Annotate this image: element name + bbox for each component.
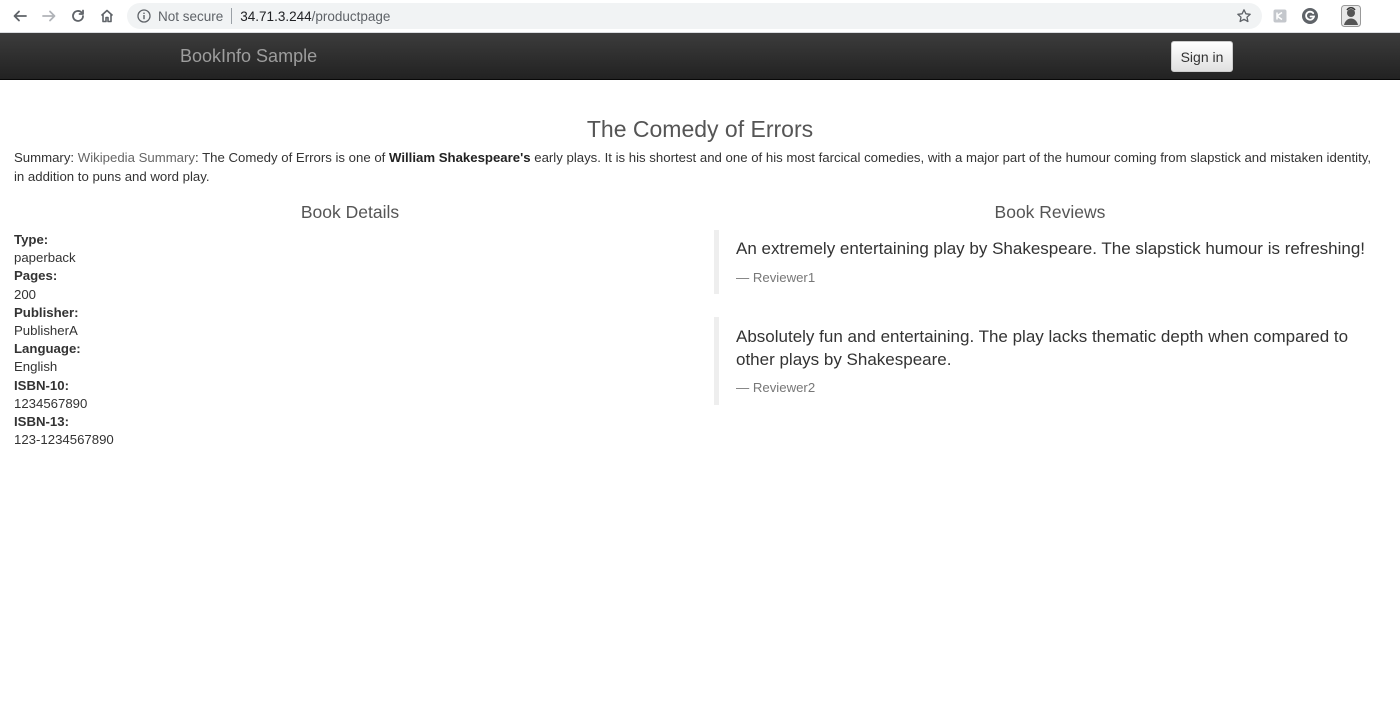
wikipedia-summary-link[interactable]: Wikipedia Summary [78, 150, 195, 165]
detail-label-type: Type: [14, 232, 49, 247]
url-host: 34.71.3.244 [240, 8, 312, 24]
site-navbar: BookInfo Sample Sign in [0, 33, 1400, 80]
book-details-heading: Book Details [300, 202, 400, 222]
book-reviews-heading: Book Reviews [994, 202, 1106, 222]
browser-toolbar: Not secure 34.71.3.244/productpage [0, 0, 1400, 33]
extension-icon[interactable] [1271, 7, 1289, 25]
home-icon[interactable] [95, 5, 119, 27]
detail-label-language: Language: [14, 341, 81, 357]
summary-prefix: Summary: [14, 150, 78, 165]
book-title: The Comedy of Errors [586, 116, 814, 142]
detail-value-isbn13: 123-1234567890 [14, 432, 114, 448]
sign-in-button[interactable]: Sign in [1171, 41, 1233, 72]
brand-link[interactable]: BookInfo Sample [180, 46, 317, 66]
review-card: Absolutely fun and entertaining. The pla… [714, 317, 1374, 405]
book-details-list: Type: paperback Pages: 200 Publisher: Pu… [14, 231, 114, 449]
detail-label-pages: Pages: [14, 268, 58, 284]
summary-author: William Shakespeare's [389, 150, 531, 165]
profile-avatar-icon[interactable] [1341, 5, 1361, 27]
book-summary: Summary: Wikipedia Summary: The Comedy o… [14, 149, 1384, 186]
detail-value-pages: 200 [14, 286, 37, 302]
reviewer-name: — Reviewer1 [736, 269, 816, 285]
review-text: Absolutely fun and entertaining. The pla… [736, 327, 1349, 369]
security-status: Not secure [158, 8, 224, 24]
detail-label-publisher: Publisher: [14, 304, 79, 320]
address-bar[interactable]: Not secure 34.71.3.244/productpage [127, 3, 1262, 29]
reviewer-name: — Reviewer2 [736, 380, 816, 395]
review-card: An extremely entertaining play by Shakes… [714, 230, 1374, 294]
detail-label-isbn13: ISBN-13: [14, 414, 69, 430]
grammarly-icon[interactable] [1301, 7, 1319, 25]
url-path: /productpage [311, 8, 391, 24]
omnibox-divider [231, 8, 233, 24]
detail-value-isbn10: 1234567890 [14, 395, 88, 411]
detail-value-language: English [14, 359, 58, 375]
back-arrow-icon[interactable] [8, 5, 32, 27]
detail-label-isbn10: ISBN-10: [14, 377, 69, 393]
info-icon[interactable] [137, 9, 151, 23]
detail-value-type: paperback [14, 250, 76, 266]
forward-arrow-icon[interactable] [37, 5, 61, 27]
summary-text-start: : The Comedy of Errors is one of [195, 150, 390, 165]
star-icon[interactable] [1236, 8, 1252, 24]
detail-value-publisher: PublisherA [14, 323, 78, 339]
review-text: An extremely entertaining play by Shakes… [736, 239, 1366, 258]
reload-icon[interactable] [66, 5, 90, 27]
